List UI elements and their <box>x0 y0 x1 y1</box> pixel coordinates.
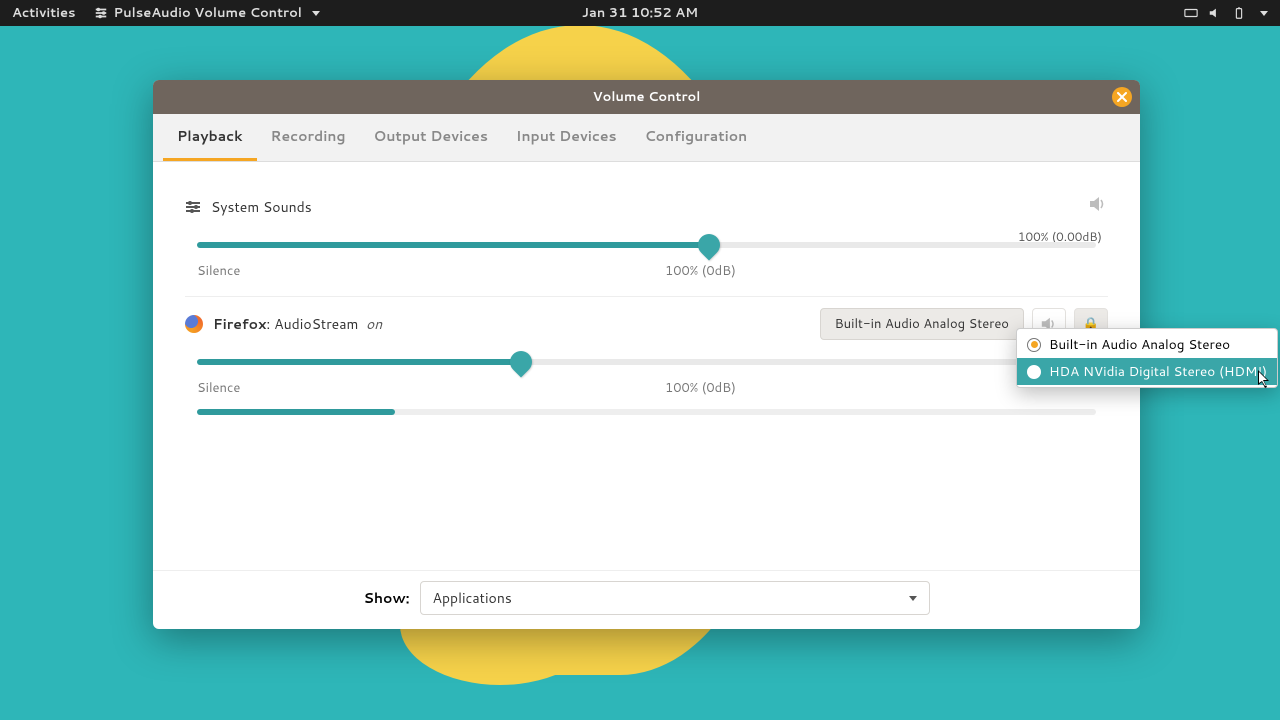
tab-input-devices[interactable]: Input Devices <box>502 114 631 161</box>
titlebar[interactable]: Volume Control <box>153 80 1140 114</box>
show-select-value: Applications <box>433 588 512 608</box>
close-button[interactable] <box>1112 87 1132 107</box>
speaker-icon <box>1088 194 1108 214</box>
volume-slider[interactable]: 100% (0.00dB) Silence 100% (0dB) <box>197 242 1096 280</box>
volume-slider[interactable]: Silence 100% (0dB) <box>197 359 1096 397</box>
app-menu[interactable]: PulseAudio Volume Control <box>94 4 320 22</box>
radio-icon <box>1027 365 1041 379</box>
stream-firefox: Firefox: AudioStream on Built-in Audio A… <box>185 297 1108 431</box>
vu-meter <box>197 409 1096 415</box>
device-option-label: Built-in Audio Analog Stereo <box>1049 335 1230 354</box>
label-silence: Silence <box>197 379 240 397</box>
device-option-hdmi[interactable]: HDA NVidia Digital Stereo (HDMI) <box>1017 358 1277 385</box>
activities-button[interactable]: Activities <box>12 4 76 22</box>
show-select[interactable]: Applications <box>420 581 930 615</box>
keyboard-icon[interactable] <box>1184 6 1198 20</box>
stream-system-sounds: System Sounds 100% (0.00dB) Silence 100%… <box>185 180 1108 297</box>
top-panel: Activities PulseAudio Volume Control Jan… <box>0 0 1280 26</box>
device-option-label: HDA NVidia Digital Stereo (HDMI) <box>1049 362 1267 381</box>
app-menu-label: PulseAudio Volume Control <box>114 4 302 22</box>
volume-control-window: Volume Control Playback Recording Output… <box>153 80 1140 629</box>
tabs: Playback Recording Output Devices Input … <box>153 114 1140 162</box>
chevron-down-icon <box>312 11 320 16</box>
label-100: 100% (0dB) <box>665 262 736 280</box>
volume-icon[interactable] <box>1208 6 1222 20</box>
stream-label: Firefox: AudioStream on <box>213 314 382 334</box>
output-device-button[interactable]: Built-in Audio Analog Stereo <box>820 308 1024 340</box>
mute-button[interactable] <box>1088 194 1108 220</box>
label-100: 100% (0dB) <box>665 379 736 397</box>
stream-label: System Sounds <box>211 197 312 217</box>
show-label: Show: <box>363 588 409 608</box>
content-area: System Sounds 100% (0.00dB) Silence 100%… <box>153 162 1140 570</box>
tab-output-devices[interactable]: Output Devices <box>360 114 502 161</box>
device-option-builtin[interactable]: Built-in Audio Analog Stereo <box>1017 331 1277 358</box>
chevron-down-icon <box>909 596 917 601</box>
window-title: Volume Control <box>593 88 701 106</box>
radio-selected-icon <box>1027 338 1041 352</box>
device-select-menu: Built-in Audio Analog Stereo HDA NVidia … <box>1016 328 1278 388</box>
tab-recording[interactable]: Recording <box>257 114 360 161</box>
battery-icon[interactable] <box>1232 6 1246 20</box>
firefox-icon <box>185 315 203 333</box>
label-silence: Silence <box>197 262 240 280</box>
tab-playback[interactable]: Playback <box>163 114 257 161</box>
clock[interactable]: Jan 31 10:52 AM <box>582 4 698 22</box>
footer: Show: Applications <box>153 570 1140 629</box>
audio-settings-icon <box>94 6 108 20</box>
close-icon <box>1117 92 1127 102</box>
audio-settings-icon <box>185 199 201 215</box>
tab-configuration[interactable]: Configuration <box>631 114 762 161</box>
system-menu-chevron-icon[interactable] <box>1260 11 1268 16</box>
